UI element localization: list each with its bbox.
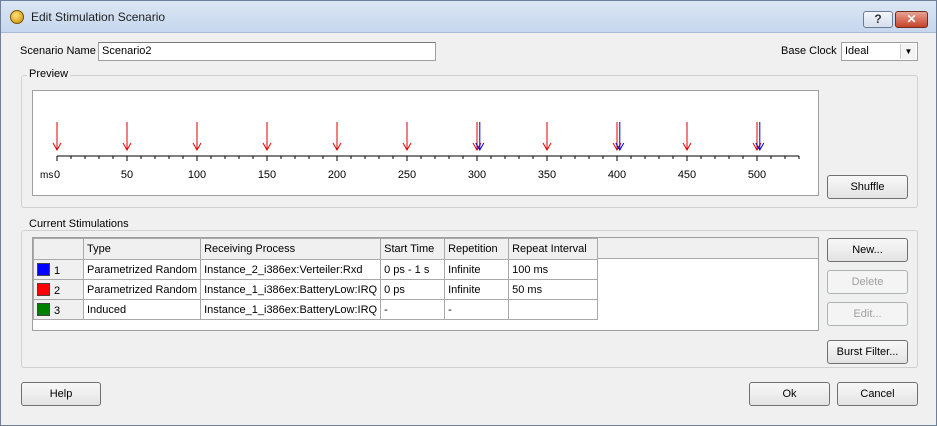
cell-process[interactable]: Instance_1_i386ex:BatteryLow:IRQ — [200, 279, 382, 300]
tick-label: 450 — [678, 169, 696, 181]
tick-label: 50 — [121, 169, 133, 181]
help-titlebar-button[interactable]: ? — [863, 11, 893, 28]
stimulations-table: Type Receiving Process Start Time Repeti… — [33, 238, 599, 320]
scenario-name-label: Scenario Name — [20, 45, 96, 57]
corner-header — [33, 238, 84, 260]
close-icon[interactable]: ✕ — [895, 11, 928, 28]
tick-label: 300 — [468, 169, 486, 181]
row-header[interactable]: 1 — [33, 259, 84, 280]
tick-label: 250 — [398, 169, 416, 181]
shuffle-label: Shuffle — [850, 181, 885, 193]
color-swatch — [37, 262, 50, 276]
grid-header-filler — [590, 238, 818, 259]
tick-label: 150 — [258, 169, 276, 181]
table-header-row: Type Receiving Process Start Time Repeti… — [33, 238, 599, 260]
edit-button[interactable]: Edit... — [827, 302, 908, 326]
table-row[interactable]: 3 Induced Instance_1_i386ex:BatteryLow:I… — [33, 299, 599, 320]
cell-process[interactable]: Instance_2_i386ex:Verteiler:Rxd — [200, 259, 382, 280]
cell-interval[interactable]: 50 ms — [508, 279, 599, 300]
burst-filter-button[interactable]: Burst Filter... — [827, 340, 908, 364]
cancel-label: Cancel — [860, 388, 895, 400]
row-header[interactable]: 3 — [33, 299, 84, 320]
stimulations-grid: Type Receiving Process Start Time Repeti… — [32, 237, 819, 331]
tick-label: 400 — [608, 169, 626, 181]
cell-start[interactable]: - — [380, 299, 446, 320]
tick-label: 350 — [538, 169, 556, 181]
timeline-svg: ms 0 50 100 150 200 250 300 350 400 450 500 — [40, 122, 800, 181]
column-header-repetition[interactable]: Repetition — [444, 238, 510, 260]
base-clock-value: Ideal — [845, 45, 869, 57]
color-swatch — [37, 282, 50, 296]
table-row[interactable]: 1 Parametrized Random Instance_2_i386ex:… — [33, 259, 599, 280]
stimulations-group-title: Current Stimulations — [27, 218, 131, 230]
row-id: 3 — [54, 304, 61, 317]
tick-label: 100 — [188, 169, 206, 181]
dialog-window: Edit Stimulation Scenario ? ✕ Scenario N… — [0, 0, 937, 426]
row-id: 1 — [54, 264, 61, 277]
color-swatch — [37, 302, 50, 316]
cell-repetition[interactable]: - — [444, 299, 510, 320]
delete-button[interactable]: Delete — [827, 270, 908, 294]
row-header[interactable]: 2 — [33, 279, 84, 300]
cell-interval[interactable] — [508, 299, 599, 320]
cell-type[interactable]: Parametrized Random — [82, 259, 202, 280]
base-clock-label: Base Clock — [781, 45, 837, 57]
cell-repetition[interactable]: Infinite — [444, 279, 510, 300]
cell-start[interactable]: 0 ps - 1 s — [380, 259, 446, 280]
base-clock-select[interactable]: Ideal ▼ — [841, 42, 918, 61]
help-button[interactable]: Help — [21, 382, 101, 406]
axis-unit-label: ms — [40, 170, 53, 181]
help-label: Help — [49, 388, 73, 400]
cell-repetition[interactable]: Infinite — [444, 259, 510, 280]
preview-group-title: Preview — [27, 68, 71, 80]
cancel-button[interactable]: Cancel — [837, 382, 918, 406]
table-row[interactable]: 2 Parametrized Random Instance_1_i386ex:… — [33, 279, 599, 300]
window-title: Edit Stimulation Scenario — [31, 10, 166, 24]
tick-label: 0 — [54, 169, 60, 181]
cell-process[interactable]: Instance_1_i386ex:BatteryLow:IRQ — [200, 299, 382, 320]
tick-label: 200 — [328, 169, 346, 181]
chevron-down-icon[interactable]: ▼ — [900, 44, 916, 59]
edit-label: Edit... — [853, 308, 882, 320]
cell-start[interactable]: 0 ps — [380, 279, 446, 300]
ok-button[interactable]: Ok — [749, 382, 830, 406]
cell-interval[interactable]: 100 ms — [508, 259, 599, 280]
column-header-start[interactable]: Start Time — [380, 238, 446, 260]
preview-timeline: ms 0 50 100 150 200 250 300 350 400 450 500 — [32, 90, 819, 196]
delete-label: Delete — [851, 276, 884, 288]
tick-label: 500 — [748, 169, 766, 181]
title-bar: Edit Stimulation Scenario ? ✕ — [1, 1, 936, 33]
cell-type[interactable]: Induced — [82, 299, 202, 320]
scenario-name-input[interactable]: Scenario2 — [98, 42, 436, 61]
new-label: New... — [852, 244, 883, 256]
new-button[interactable]: New... — [827, 238, 908, 262]
column-header-process[interactable]: Receiving Process — [200, 238, 382, 260]
app-icon — [10, 10, 24, 24]
shuffle-button[interactable]: Shuffle — [827, 175, 908, 199]
cell-type[interactable]: Parametrized Random — [82, 279, 202, 300]
column-header-interval[interactable]: Repeat Interval — [508, 238, 599, 260]
burst-filter-label: Burst Filter... — [836, 346, 899, 358]
ok-label: Ok — [782, 388, 797, 400]
row-id: 2 — [54, 284, 61, 297]
column-header-type[interactable]: Type — [82, 238, 202, 260]
